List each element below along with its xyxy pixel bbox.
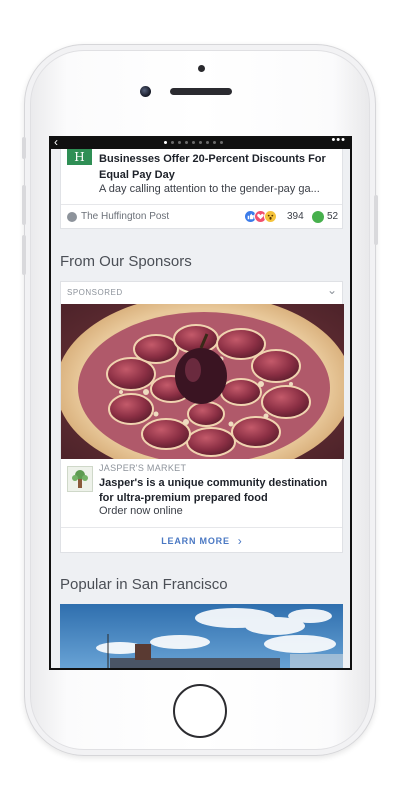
learn-more-label: LEARN MORE: [161, 535, 230, 546]
popular-image[interactable]: [60, 604, 343, 668]
page-dot: [164, 141, 167, 144]
globe-icon: [67, 212, 77, 222]
sponsored-card[interactable]: SPONSORED ⌄ JASPER'S MARKET Jasper's is …: [60, 281, 344, 553]
page-dot: [178, 141, 181, 144]
ad-image[interactable]: [61, 304, 344, 459]
earpiece-speaker: [170, 88, 232, 95]
comment-count: 52: [327, 211, 339, 222]
popular-heading: Popular in San Francisco: [60, 576, 228, 593]
chevron-left-icon[interactable]: ‹: [54, 138, 58, 148]
article-source[interactable]: The Huffington Post: [81, 211, 169, 222]
page-indicator: [164, 141, 223, 144]
article-title[interactable]: Businesses Offer 20-Percent Discounts Fo…: [99, 151, 339, 183]
advertiser-name[interactable]: JASPER'S MARKET: [99, 463, 186, 473]
power-button: [374, 195, 378, 245]
home-button[interactable]: [173, 684, 227, 738]
advertiser-logo[interactable]: [67, 466, 93, 492]
volume-up-button: [22, 185, 26, 225]
page-dot: [220, 141, 223, 144]
article-subtitle: A day calling attention to the gender-pa…: [99, 183, 320, 195]
ad-headline[interactable]: Jasper's is a unique community destinati…: [99, 476, 339, 506]
proximity-sensor: [198, 65, 205, 72]
page-dot: [206, 141, 209, 144]
reaction-icons[interactable]: [244, 210, 277, 223]
wow-reaction-icon: [264, 210, 277, 223]
page-dot: [192, 141, 195, 144]
page-dot: [171, 141, 174, 144]
chevron-down-icon[interactable]: ⌄: [327, 283, 337, 297]
learn-more-button[interactable]: LEARN MORE ›: [61, 528, 342, 553]
ad-subtext: Order now online: [99, 505, 183, 517]
app-screen: ‹ ••• H Businesses Offer 20-Percent Disc…: [49, 136, 352, 670]
page-dot: [213, 141, 216, 144]
more-horizontal-icon[interactable]: •••: [331, 138, 346, 146]
publisher-logo: H: [67, 149, 92, 165]
mute-switch: [22, 137, 26, 159]
sponsored-label: SPONSORED: [67, 288, 123, 297]
top-bar: ‹ •••: [51, 138, 350, 149]
comment-icon[interactable]: [312, 211, 324, 223]
article-footer: The Huffington Post 394 52: [61, 204, 342, 228]
article-card[interactable]: H Businesses Offer 20-Percent Discounts …: [60, 149, 343, 229]
reaction-count: 394: [287, 211, 304, 222]
chevron-right-icon: ›: [237, 533, 242, 548]
front-camera: [140, 86, 151, 97]
sponsors-heading: From Our Sponsors: [60, 253, 192, 270]
page-dot: [199, 141, 202, 144]
page-dot: [185, 141, 188, 144]
volume-down-button: [22, 235, 26, 275]
